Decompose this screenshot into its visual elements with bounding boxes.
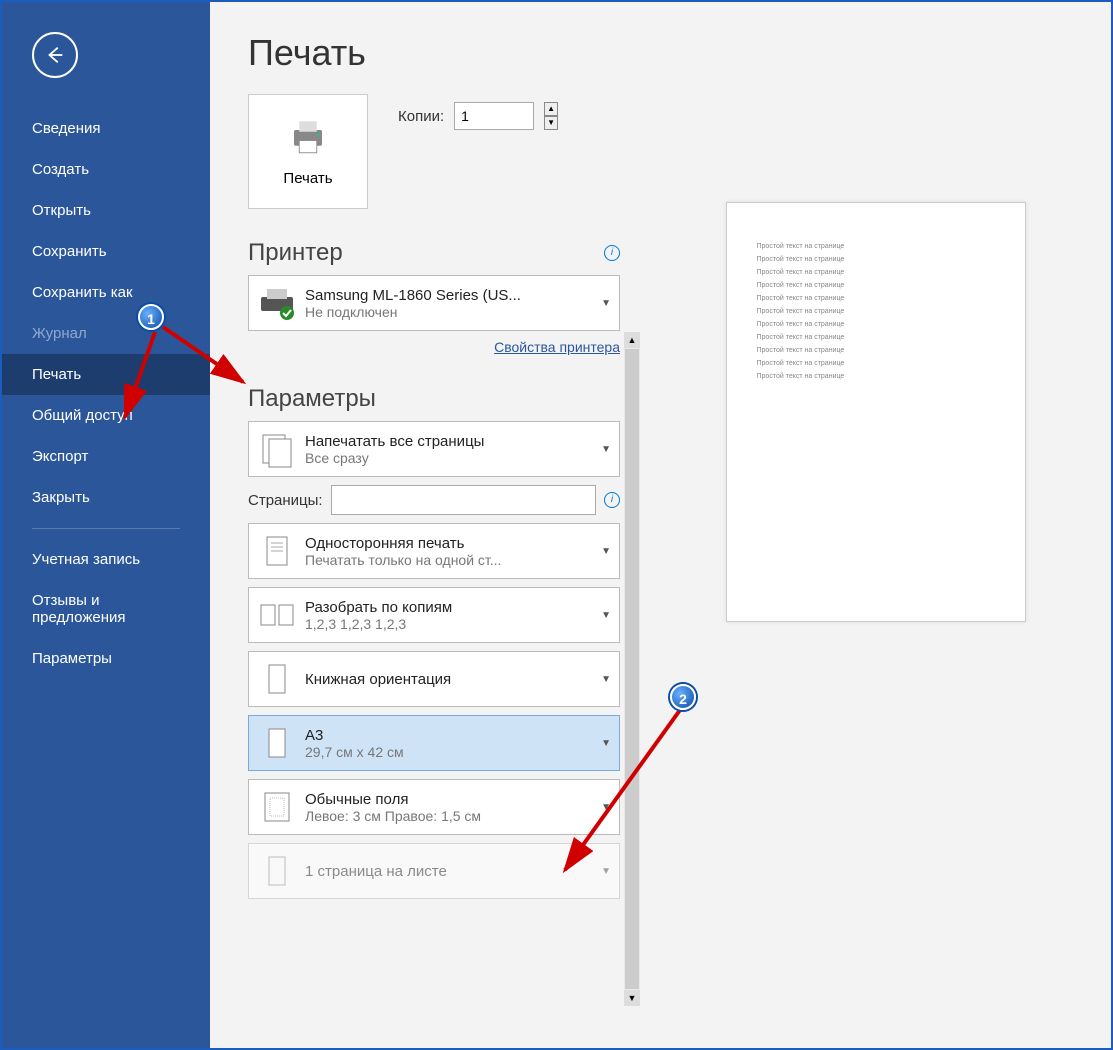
preview-line: Простой текст на странице bbox=[757, 360, 995, 367]
preview-line: Простой текст на странице bbox=[757, 321, 995, 328]
app-window: Сведения Создать Открыть Сохранить Сохра… bbox=[0, 0, 1113, 1050]
spinner-down-icon[interactable]: ▼ bbox=[544, 116, 558, 130]
print-button-label: Печать bbox=[283, 170, 332, 187]
printer-name: Samsung ML-1860 Series (US... bbox=[305, 287, 555, 304]
arrow-left-icon bbox=[44, 44, 66, 66]
collate-selector[interactable]: Разобрать по копиям1,2,3 1,2,3 1,2,3 ▼ bbox=[248, 587, 620, 643]
preview-line: Простой текст на странице bbox=[757, 373, 995, 380]
preview-line: Простой текст на странице bbox=[757, 308, 995, 315]
settings-scrollbar[interactable]: ▲ ▼ bbox=[624, 332, 640, 1002]
collate-icon bbox=[257, 595, 297, 635]
print-preview-column: Простой текст на странице Простой текст … bbox=[640, 2, 1111, 1048]
copies-spinner[interactable]: ▲ ▼ bbox=[544, 102, 558, 130]
single-side-icon bbox=[257, 531, 297, 571]
nav-close[interactable]: Закрыть bbox=[2, 477, 210, 518]
arrow-2 bbox=[555, 705, 695, 885]
backstage-sidebar: Сведения Создать Открыть Сохранить Сохра… bbox=[2, 2, 210, 1048]
printer-icon bbox=[287, 116, 329, 158]
page-title: Печать bbox=[210, 2, 640, 94]
nav-options[interactable]: Параметры bbox=[2, 638, 210, 679]
printer-status: Не подключен bbox=[305, 304, 593, 320]
callout-1: 1 bbox=[138, 304, 164, 330]
back-button[interactable] bbox=[32, 32, 78, 78]
print-what-selector[interactable]: Напечатать все страницыВсе сразу ▼ bbox=[248, 421, 620, 477]
copies-row: Копии: ▲ ▼ bbox=[398, 102, 558, 130]
printer-section-title: Принтер i bbox=[210, 229, 640, 275]
nav-feedback[interactable]: Отзывы и предложения bbox=[2, 580, 210, 638]
pages-label: Страницы: bbox=[248, 492, 323, 509]
chevron-down-icon: ▼ bbox=[601, 610, 611, 621]
pages-stack-icon bbox=[257, 429, 297, 469]
nav-separator bbox=[32, 528, 180, 529]
scroll-thumb[interactable] bbox=[625, 349, 639, 989]
preview-line: Простой текст на странице bbox=[757, 295, 995, 302]
chevron-down-icon: ▼ bbox=[601, 546, 611, 557]
portrait-icon bbox=[257, 659, 297, 699]
callout-2: 2 bbox=[670, 684, 696, 710]
preview-line: Простой текст на странице bbox=[757, 282, 995, 289]
preview-line: Простой текст на странице bbox=[757, 243, 995, 250]
nav-new[interactable]: Создать bbox=[2, 149, 210, 190]
orientation-selector[interactable]: Книжная ориентация ▼ bbox=[248, 651, 620, 707]
preview-line: Простой текст на странице bbox=[757, 269, 995, 276]
nav-saveas[interactable]: Сохранить как bbox=[2, 272, 210, 313]
margins-icon bbox=[257, 787, 297, 827]
chevron-down-icon: ▼ bbox=[601, 298, 611, 309]
paper-icon bbox=[257, 723, 297, 763]
printer-properties-link[interactable]: Свойства принтера bbox=[494, 339, 620, 355]
nav-account[interactable]: Учетная запись bbox=[2, 539, 210, 580]
copies-input[interactable] bbox=[454, 102, 534, 130]
chevron-down-icon: ▼ bbox=[601, 674, 611, 685]
printer-selector[interactable]: Samsung ML-1860 Series (US... Не подключ… bbox=[248, 275, 620, 331]
print-action-row: Печать Копии: ▲ ▼ bbox=[210, 94, 640, 209]
print-settings-column: Печать Печать Копии: ▲ ▼ bbox=[210, 2, 640, 1048]
printer-info-icon[interactable]: i bbox=[604, 245, 620, 261]
printer-device-icon bbox=[257, 283, 297, 323]
page-icon bbox=[257, 851, 297, 891]
sides-selector[interactable]: Односторонняя печатьПечатать только на о… bbox=[248, 523, 620, 579]
chevron-down-icon: ▼ bbox=[601, 444, 611, 455]
arrow-1b bbox=[158, 322, 278, 402]
scroll-up-icon[interactable]: ▲ bbox=[624, 332, 640, 348]
pages-range-row: Страницы: i bbox=[210, 485, 640, 523]
main-area: Документ1 - Word Печать Печать Копии: bbox=[210, 2, 1111, 1048]
preview-line: Простой текст на странице bbox=[757, 347, 995, 354]
preview-page: Простой текст на странице Простой текст … bbox=[726, 202, 1026, 622]
nav-open[interactable]: Открыть bbox=[2, 190, 210, 231]
spinner-up-icon[interactable]: ▲ bbox=[544, 102, 558, 116]
nav-export[interactable]: Экспорт bbox=[2, 436, 210, 477]
scroll-down-icon[interactable]: ▼ bbox=[624, 990, 640, 1006]
nav-save[interactable]: Сохранить bbox=[2, 231, 210, 272]
copies-label: Копии: bbox=[398, 108, 444, 125]
preview-line: Простой текст на странице bbox=[757, 256, 995, 263]
print-button[interactable]: Печать bbox=[248, 94, 368, 209]
pages-input[interactable] bbox=[331, 485, 596, 515]
pages-info-icon[interactable]: i bbox=[604, 492, 620, 508]
nav-info[interactable]: Сведения bbox=[2, 108, 210, 149]
preview-line: Простой текст на странице bbox=[757, 334, 995, 341]
